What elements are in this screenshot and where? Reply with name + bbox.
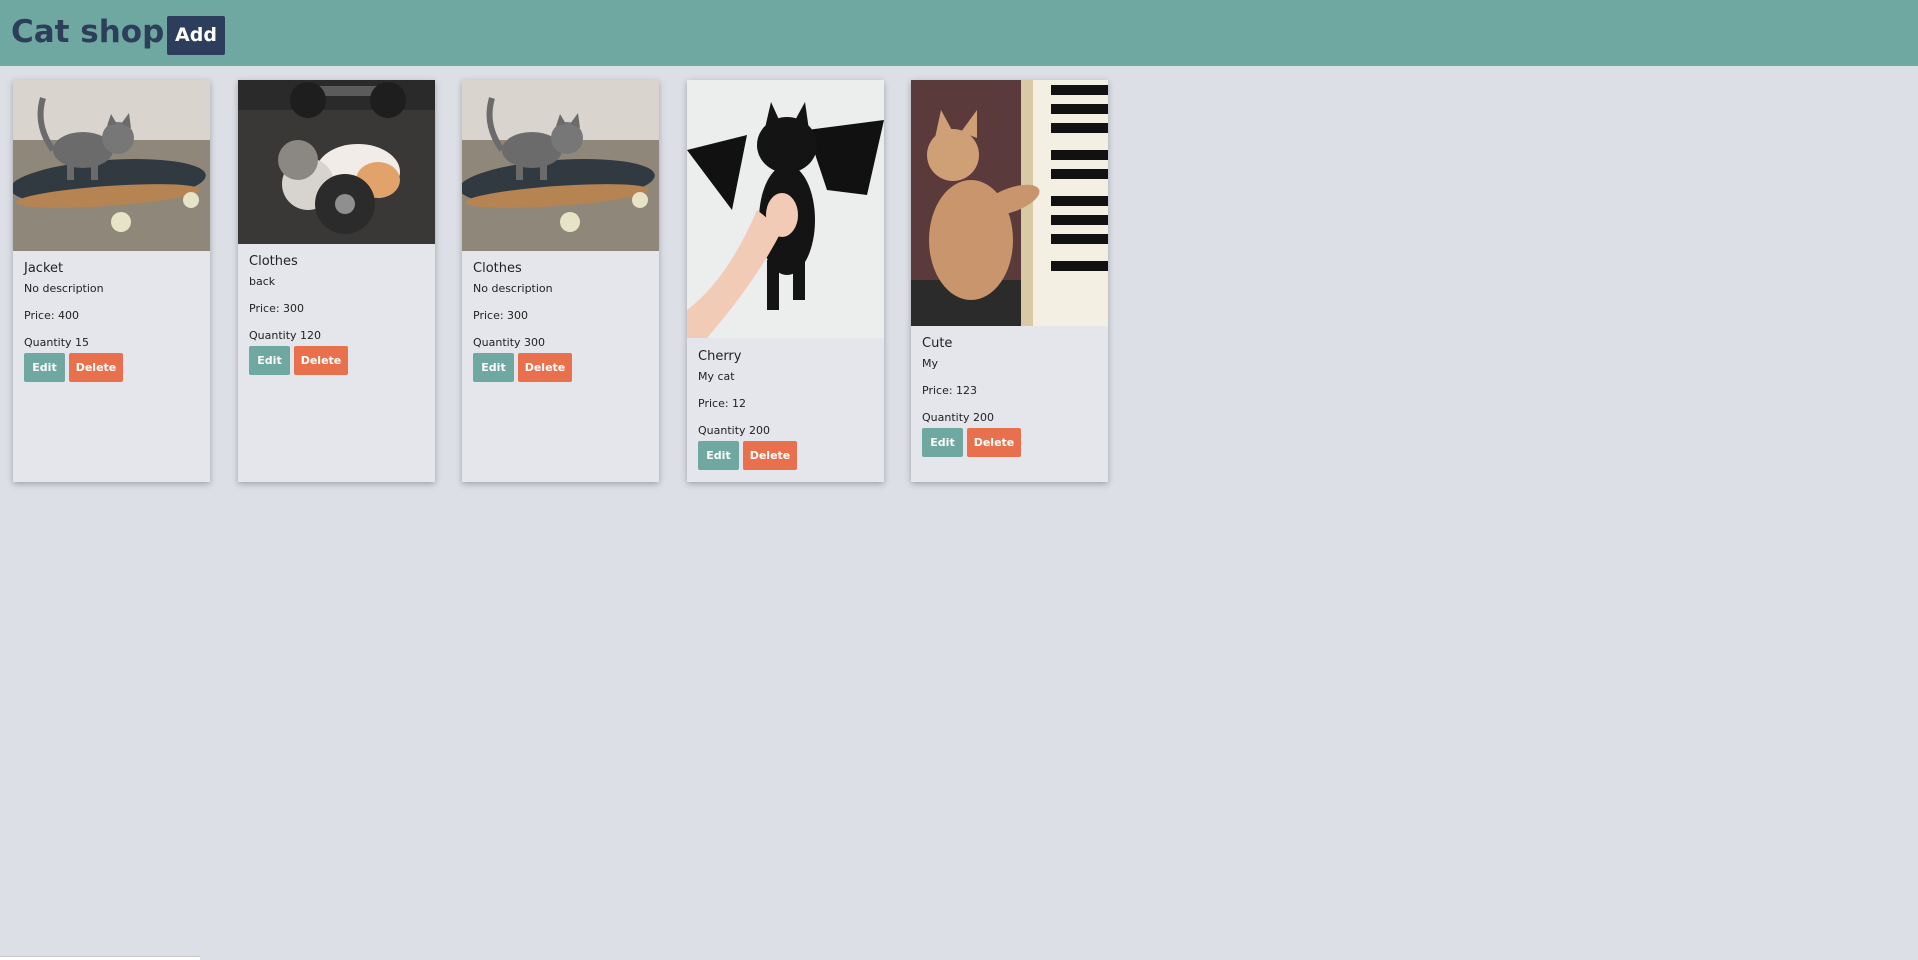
delete-button[interactable]: Delete [69,353,123,382]
product-quantity: Quantity 200 [922,411,995,424]
product-description: My [922,357,939,370]
app-title: Cat shop [11,14,165,50]
product-quantity: Quantity 300 [473,336,546,349]
edit-button[interactable]: Edit [698,441,739,470]
product-image [911,80,1108,326]
product-card: Clothes back Price: 300 Quantity 120 Edi… [238,80,435,482]
product-description: My cat [698,370,735,383]
edit-button[interactable]: Edit [473,353,514,382]
product-card: Clothes No description Price: 300 Quanti… [462,80,659,482]
edit-button[interactable]: Edit [24,353,65,382]
product-description: No description [473,282,553,295]
product-name: Cute [922,336,953,351]
product-price: Price: 300 [473,309,529,322]
product-image [238,80,435,244]
product-description: No description [24,282,104,295]
product-price: Price: 400 [24,309,80,322]
product-name: Cherry [698,349,742,364]
product-price: Price: 300 [249,302,305,315]
product-image [13,80,210,251]
product-image [462,80,659,251]
delete-button[interactable]: Delete [743,441,797,470]
edit-button[interactable]: Edit [249,346,290,375]
product-name: Jacket [24,261,64,276]
product-card: Cute My Price: 123 Quantity 200 Edit Del… [911,80,1108,482]
delete-button[interactable]: Delete [518,353,572,382]
header-bar: Cat shop Add [0,0,1918,66]
delete-button[interactable]: Delete [967,428,1021,457]
delete-button[interactable]: Delete [294,346,348,375]
product-card: Cherry My cat Price: 12 Quantity 200 Edi… [687,80,884,482]
add-button[interactable]: Add [167,16,225,55]
product-quantity: Quantity 200 [698,424,771,437]
product-image [687,80,884,338]
product-card: Jacket No description Price: 400 Quantit… [13,80,210,482]
product-name: Clothes [249,254,298,269]
product-price: Price: 123 [922,384,978,397]
horizontal-scrollbar[interactable] [0,956,200,960]
product-price: Price: 12 [698,397,747,410]
product-quantity: Quantity 120 [249,329,322,342]
edit-button[interactable]: Edit [922,428,963,457]
product-quantity: Quantity 15 [24,336,90,349]
product-name: Clothes [473,261,522,276]
product-description: back [249,275,276,288]
